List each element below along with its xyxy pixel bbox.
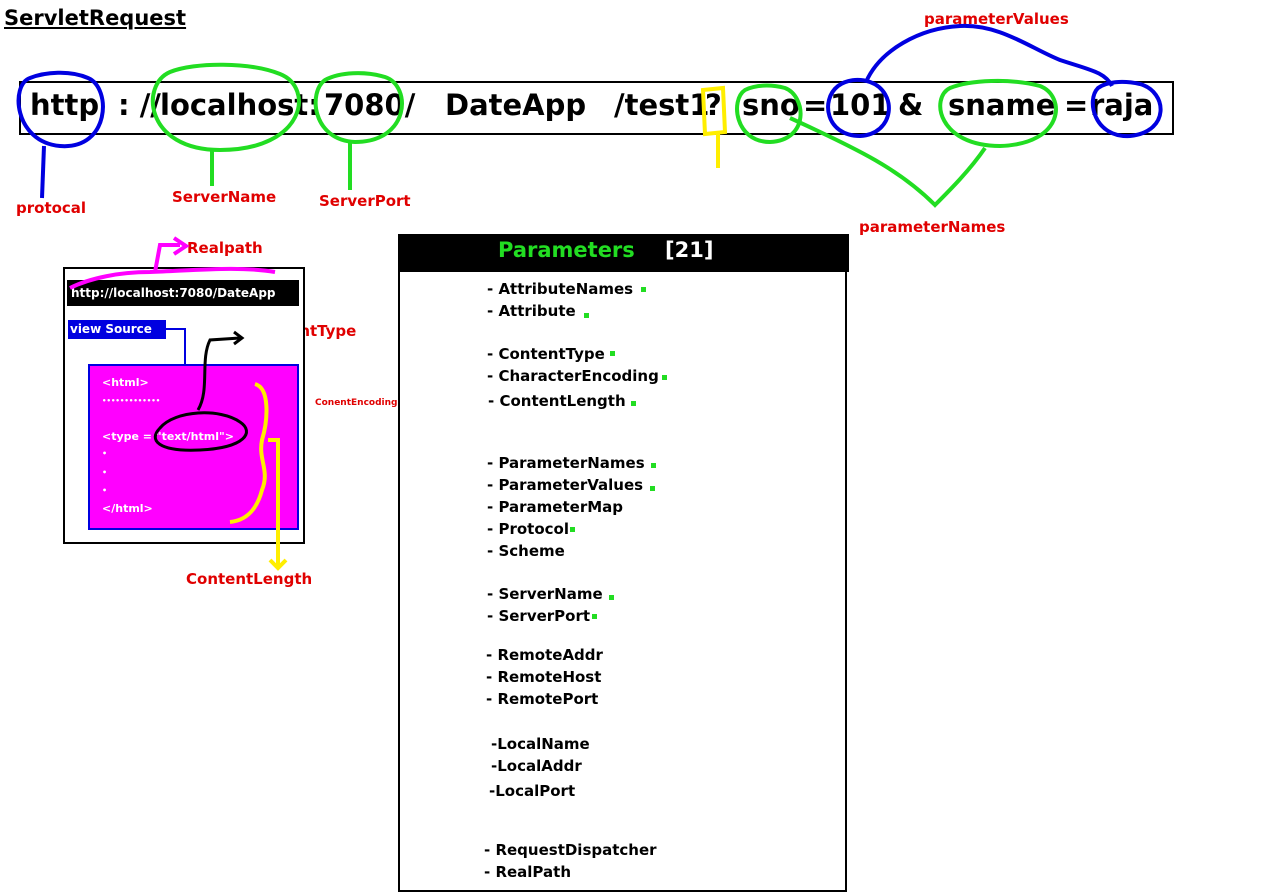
param-name-1-circle <box>735 83 803 145</box>
content-type-pointer <box>196 336 241 411</box>
annotation-strokes <box>16 23 1163 571</box>
qmark-box <box>700 85 728 137</box>
param-names-pointer <box>789 116 987 208</box>
protocol-pointer <box>40 145 46 199</box>
param-name-2-circle <box>938 78 1058 149</box>
protocol-circle <box>16 70 105 149</box>
host-circle <box>150 62 301 153</box>
content-length-bracket <box>229 382 269 524</box>
realpath-arrow <box>69 243 276 290</box>
param-values-pointer <box>864 23 1114 88</box>
param-value-1-circle <box>826 77 891 139</box>
param-value-2-circle <box>1090 79 1163 139</box>
content-length-pointer <box>268 438 280 566</box>
content-type-circle <box>153 411 248 452</box>
port-circle <box>313 71 404 145</box>
